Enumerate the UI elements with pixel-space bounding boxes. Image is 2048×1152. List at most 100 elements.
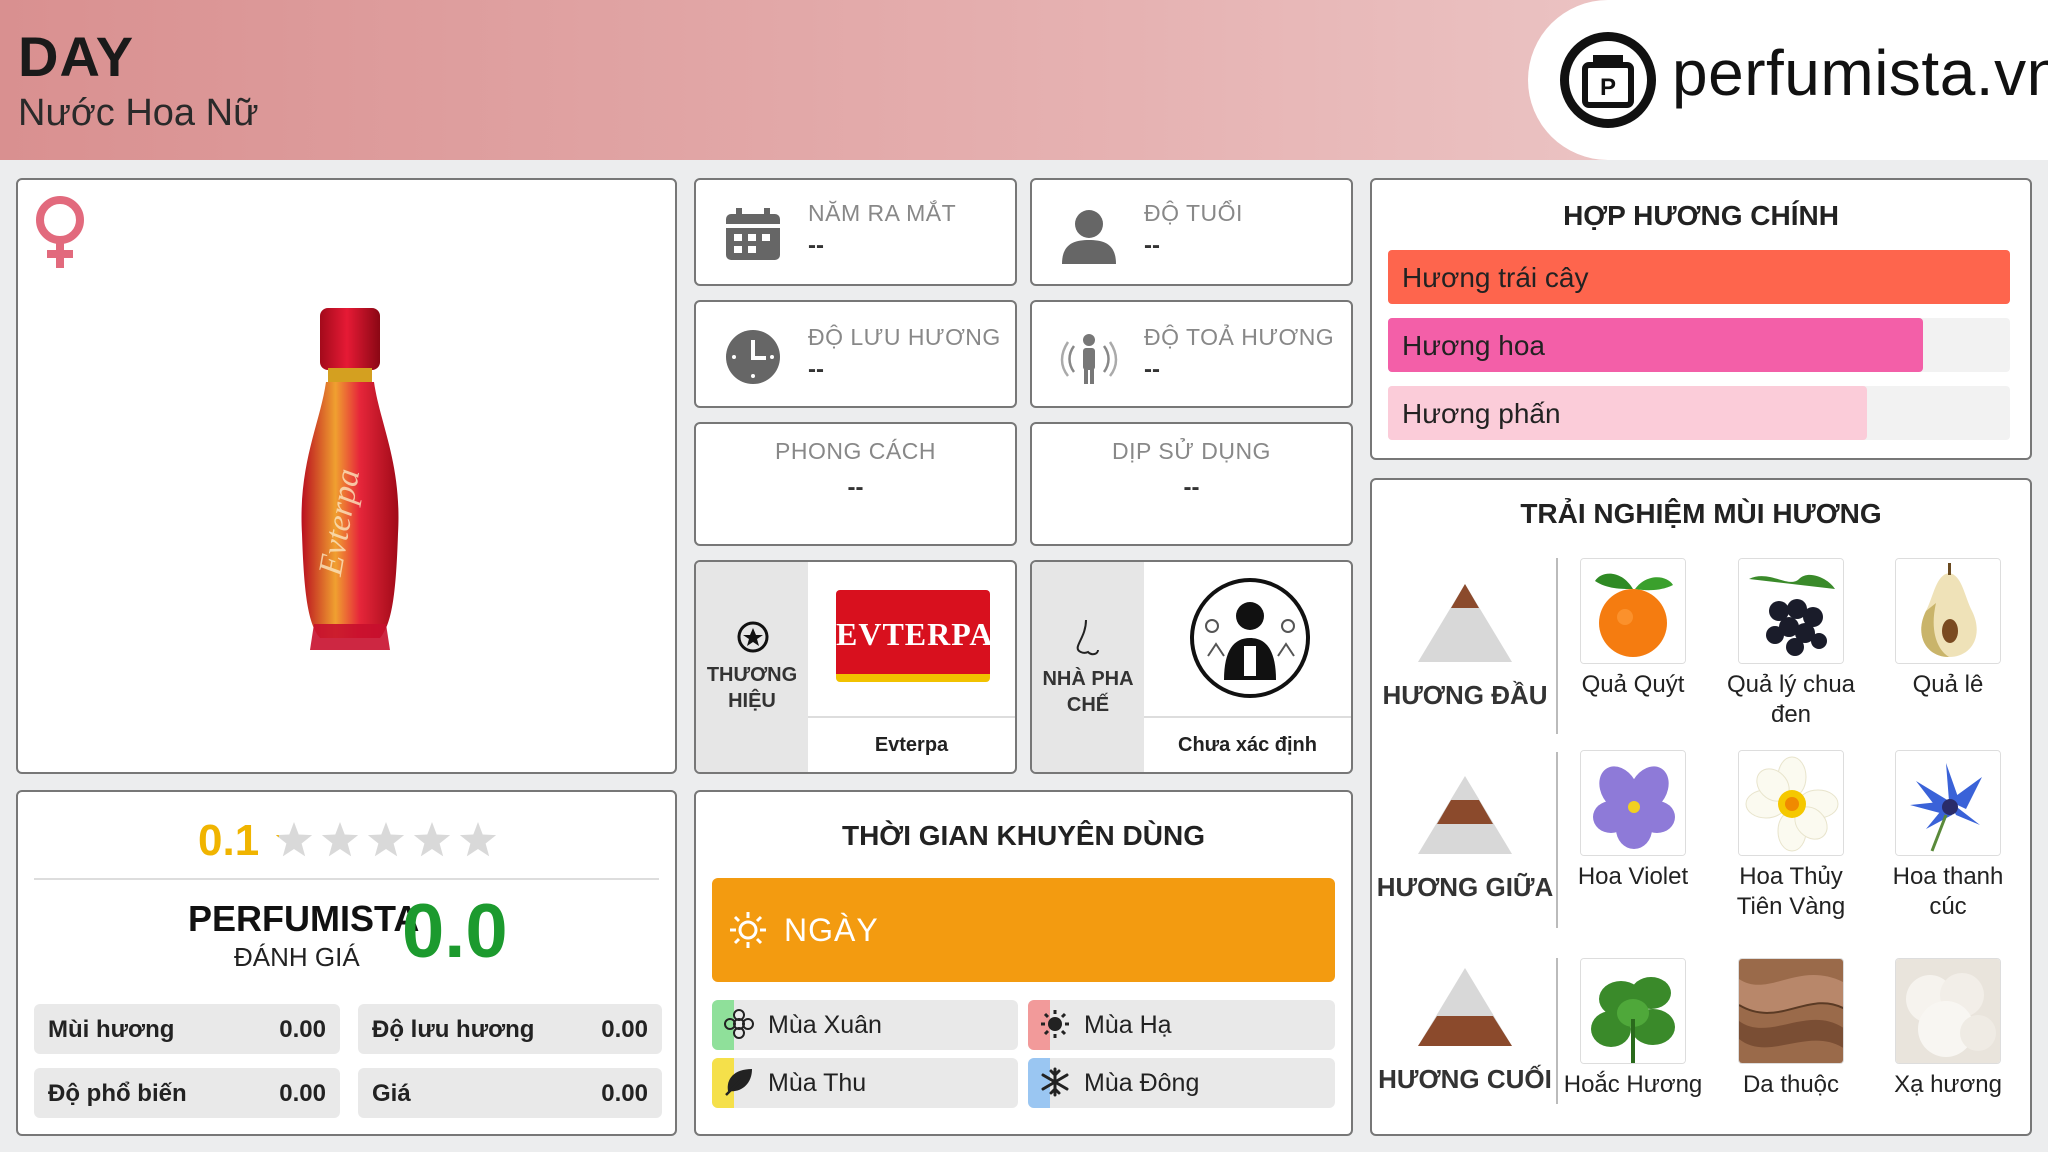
perfumer-label: NHÀ PHA CHẾ xyxy=(1042,668,1134,716)
season-spring: Mùa Xuân xyxy=(712,1000,1018,1050)
star-icon[interactable] xyxy=(459,822,497,857)
release-year-value: -- xyxy=(808,232,824,259)
brand-card[interactable]: THƯƠNG HIỆU EVTERPA Evterpa xyxy=(694,560,1017,774)
note-item[interactable]: Hoa Thủy Tiên Vàng xyxy=(1716,750,1866,922)
clock-icon xyxy=(724,328,782,386)
stat-price: Giá 0.00 xyxy=(358,1068,662,1118)
perfumer-name: Chưa xác định xyxy=(1178,734,1317,756)
perfumista-label: PERFUMISTA xyxy=(188,898,420,939)
perfume-category: Nước Hoa Nữ xyxy=(18,92,259,134)
tangerine-image xyxy=(1580,558,1686,664)
perfumer-card[interactable]: NHÀ PHA CHẾ Chưa xác định xyxy=(1030,560,1353,774)
calendar-icon xyxy=(724,206,782,264)
person-radiating-icon xyxy=(1060,328,1118,386)
season-winter: Mùa Đông xyxy=(1028,1058,1335,1108)
release-year-card: NĂM RA MẮT -- xyxy=(694,178,1017,286)
star-icon[interactable] xyxy=(413,822,451,857)
style-label: PHONG CÁCH xyxy=(775,438,936,464)
usage-card: THỜI GIAN KHUYÊN DÙNG NGÀY Mùa Xuân Mùa … xyxy=(694,790,1353,1136)
day-time-banner: NGÀY xyxy=(712,878,1335,982)
header: DAY Nước Hoa Nữ P perfumista.vn xyxy=(0,0,2048,160)
cornflower-image xyxy=(1895,750,2001,856)
stat-popularity: Độ phổ biến 0.00 xyxy=(34,1068,340,1118)
longevity-value: -- xyxy=(808,356,824,383)
brand-logo-text: perfumista.vn xyxy=(1672,37,2048,109)
stat-scent: Mùi hương 0.00 xyxy=(34,1004,340,1054)
brand-name: Evterpa xyxy=(874,734,949,756)
note-item[interactable]: Quả Quýt xyxy=(1558,558,1708,700)
perfume-bottle-image: Evterpa xyxy=(280,304,420,654)
product-image-card: Evterpa xyxy=(16,178,677,774)
star-icon[interactable] xyxy=(367,822,405,857)
time-of-day: NGÀY xyxy=(784,912,879,948)
note-item[interactable]: Hoa Violet xyxy=(1558,750,1708,892)
musk-image xyxy=(1895,958,2001,1064)
accord-floral: Hương hoa xyxy=(1388,318,2010,372)
age-value: -- xyxy=(1144,232,1160,259)
brand-logo: EVTERPA xyxy=(836,590,993,682)
longevity-card: ĐỘ LƯU HƯƠNG -- xyxy=(694,300,1017,408)
star-badge-icon xyxy=(736,620,770,654)
style-value: -- xyxy=(847,474,864,501)
season-autumn: Mùa Thu xyxy=(712,1058,1018,1108)
base-notes-label: HƯƠNG CUỐI xyxy=(1378,1064,1552,1094)
occasion-label: DỊP SỬ DỤNG xyxy=(1112,438,1271,464)
note-item[interactable]: Quả lê xyxy=(1873,558,2023,700)
violet-image xyxy=(1580,750,1686,856)
perfumista-sublabel: ĐÁNH GIÁ xyxy=(234,942,360,972)
release-year-label: NĂM RA MẮT xyxy=(808,200,957,226)
sun-icon xyxy=(728,910,768,950)
note-item[interactable]: Hoắc Hương xyxy=(1558,958,1708,1100)
blackcurrant-image xyxy=(1738,558,1844,664)
leaf-icon xyxy=(724,1067,754,1097)
middle-notes-label: HƯƠNG GIỮA xyxy=(1376,872,1554,902)
note-item[interactable]: Xạ hương xyxy=(1873,958,2023,1100)
nose-icon xyxy=(1074,618,1104,658)
accords-title: HỢP HƯƠNG CHÍNH xyxy=(1563,200,1839,231)
accord-fruity: Hương trái cây xyxy=(1388,250,2010,304)
perfumer-avatar xyxy=(1188,576,1312,700)
occasion-value: -- xyxy=(1183,474,1200,501)
age-label: ĐỘ TUỔI xyxy=(1144,200,1243,226)
pyramid-middle-icon xyxy=(1418,776,1512,854)
season-summer: Mùa Hạ xyxy=(1028,1000,1335,1050)
perfume-title: DAY xyxy=(18,25,135,88)
female-icon xyxy=(32,194,88,274)
star-icon[interactable] xyxy=(321,822,359,857)
longevity-label: ĐỘ LƯU HƯƠNG xyxy=(808,324,1001,350)
snowflake-icon xyxy=(1040,1067,1070,1097)
sillage-value: -- xyxy=(1144,356,1160,383)
svg-text:P: P xyxy=(1600,74,1616,101)
user-icon xyxy=(1060,206,1118,264)
top-notes-label: HƯƠNG ĐẦU xyxy=(1382,680,1548,710)
divider xyxy=(1144,716,1351,718)
daffodil-image xyxy=(1738,750,1844,856)
star-icon[interactable] xyxy=(275,822,313,857)
sillage-label: ĐỘ TOẢ HƯƠNG xyxy=(1144,324,1335,350)
sun-icon xyxy=(1040,1009,1070,1039)
brand-label: THƯƠNG HIỆU xyxy=(706,664,798,712)
pear-image xyxy=(1895,558,2001,664)
divider xyxy=(34,878,659,880)
pyramid-top-icon xyxy=(1418,584,1512,662)
notes-title: TRẢI NGHIỆM MÙI HƯƠNG xyxy=(1520,498,1882,529)
leather-image xyxy=(1738,958,1844,1064)
age-card: ĐỘ TUỔI -- xyxy=(1030,178,1353,286)
patchouli-image xyxy=(1580,958,1686,1064)
sillage-card: ĐỘ TOẢ HƯƠNG -- xyxy=(1030,300,1353,408)
rating-card: 0.1 PERFUMISTA ĐÁNH GIÁ 0.0 Mùi hương 0.… xyxy=(16,790,677,1136)
occasion-card: DỊP SỬ DỤNG -- xyxy=(1030,422,1353,546)
pyramid-base-icon xyxy=(1418,968,1512,1046)
style-card: PHONG CÁCH -- xyxy=(694,422,1017,546)
flower-icon xyxy=(724,1009,754,1039)
accords-card: HỢP HƯƠNG CHÍNH Hương trái cây Hương hoa… xyxy=(1370,178,2032,460)
perfume-bottle-logo-icon: P xyxy=(1560,32,1656,128)
note-item[interactable]: Hoa thanh cúc xyxy=(1873,750,2023,922)
note-item[interactable]: Da thuộc xyxy=(1716,958,1866,1100)
community-score: 0.1 xyxy=(198,816,260,865)
perfumista-score: 0.0 xyxy=(402,889,508,974)
star-rating[interactable] xyxy=(274,818,504,864)
divider xyxy=(808,716,1015,718)
note-item[interactable]: Quả lý chua đen xyxy=(1716,558,1866,730)
accord-powdery: Hương phấn xyxy=(1388,386,2010,440)
